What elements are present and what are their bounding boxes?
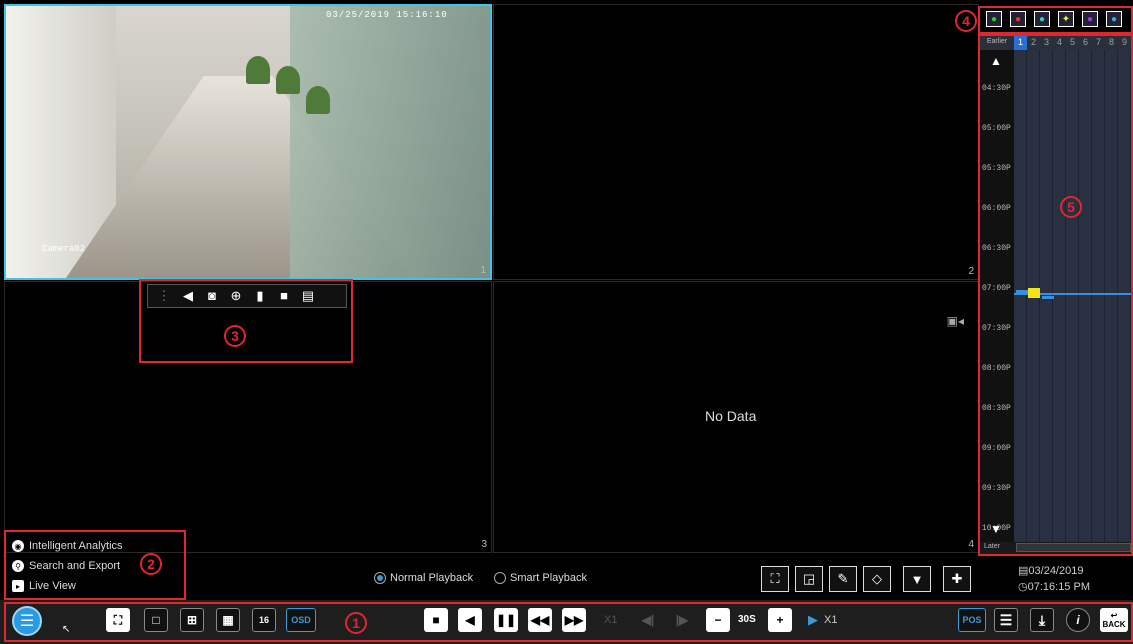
mouse-cursor-icon: ↖ bbox=[62, 624, 71, 635]
stop-button[interactable]: ■ bbox=[424, 608, 448, 632]
camera-tile-2[interactable]: 2 bbox=[493, 4, 979, 280]
fullscreen-icon[interactable]: ⛶ bbox=[106, 608, 130, 632]
tile-number: 4 bbox=[968, 539, 974, 550]
current-time: ◷07:16:15 PM bbox=[1018, 581, 1090, 593]
menu-intelligent-analytics[interactable]: ◉ Intelligent Analytics bbox=[12, 540, 123, 552]
annotation-label-4: 4 bbox=[955, 10, 977, 32]
step-back-button[interactable]: ◀| bbox=[636, 608, 660, 632]
annotation-box-5 bbox=[978, 34, 1133, 556]
fit-window-icon[interactable]: ⛶ bbox=[761, 566, 789, 592]
menu-search-export[interactable]: ⚲ Search and Export bbox=[12, 560, 120, 572]
radio-icon bbox=[494, 572, 506, 584]
step-forward-button[interactable]: |▶ bbox=[670, 608, 694, 632]
osd-button[interactable]: OSD bbox=[286, 608, 316, 632]
camera-name: Camera02 bbox=[42, 244, 86, 254]
quick-toolbar: ⋮ ◀ ◙ ⊕ ▮ ■ ▤ bbox=[147, 284, 347, 308]
annotation-label-1: 1 bbox=[345, 612, 367, 634]
play-speed-label: X1 bbox=[824, 614, 838, 626]
layout-1-icon[interactable]: □ bbox=[144, 608, 168, 632]
back-button[interactable]: ↩ BACK bbox=[1100, 608, 1128, 632]
analytics-icon: ◉ bbox=[12, 540, 24, 552]
layout-9-icon[interactable]: ▦ bbox=[216, 608, 240, 632]
play-speed-icon: ▶ bbox=[808, 612, 818, 627]
annotation-label-3: 3 bbox=[224, 325, 246, 347]
minus-button[interactable]: − bbox=[706, 608, 730, 632]
reverse-play-button[interactable]: ◀ bbox=[458, 608, 482, 632]
tile-number: 3 bbox=[481, 539, 487, 550]
draw-area-icon[interactable]: ◇ bbox=[863, 566, 891, 592]
annotation-label-2: 2 bbox=[140, 553, 162, 575]
smart-playback-radio[interactable]: Smart Playback bbox=[494, 572, 587, 584]
pause-button[interactable]: ❚❚ bbox=[494, 608, 518, 632]
camera-tile-1[interactable]: 03/25/2019 15:16:10 Camera02 1 bbox=[4, 4, 492, 280]
zoom-icon[interactable]: ⊕ bbox=[228, 288, 244, 304]
back-arrow-icon: ↩ bbox=[1110, 611, 1118, 620]
normal-playback-radio[interactable]: Normal Playback bbox=[374, 572, 473, 584]
mute-icon[interactable]: ◀ bbox=[180, 288, 196, 304]
annotation-label-5: 5 bbox=[1060, 196, 1082, 218]
intrusion-detection-icon[interactable]: ● bbox=[1082, 11, 1098, 27]
camera-feed-image bbox=[6, 6, 490, 278]
download-icon[interactable]: ⤓ bbox=[1030, 608, 1054, 632]
speed-label: X1 bbox=[604, 614, 618, 626]
rewind-button[interactable]: ◀◀ bbox=[528, 608, 552, 632]
current-date: ▤03/24/2019 bbox=[1018, 565, 1084, 577]
menu-live-view[interactable]: ▸ Live View bbox=[12, 580, 76, 592]
vehicle-detection-icon[interactable]: ● bbox=[1034, 11, 1050, 27]
crop-icon[interactable]: ◲ bbox=[795, 566, 823, 592]
layout-16-icon[interactable]: 16 bbox=[252, 608, 276, 632]
info-icon[interactable]: i bbox=[1066, 608, 1090, 632]
settings-wrench-icon[interactable]: ✚ bbox=[943, 566, 971, 592]
main-menu-icon[interactable]: ☰ bbox=[12, 606, 42, 636]
motion-detection-icon[interactable]: ✦ bbox=[1058, 11, 1074, 27]
step-value: 30S bbox=[738, 614, 756, 625]
plus-button[interactable]: + bbox=[768, 608, 792, 632]
record-icon[interactable]: ■ bbox=[276, 288, 292, 304]
layout-4-icon[interactable]: ⊞ bbox=[180, 608, 204, 632]
drag-handle-icon[interactable]: ⋮ bbox=[156, 288, 172, 304]
no-data-label: No Data bbox=[705, 408, 757, 424]
tile-number: 2 bbox=[968, 266, 974, 277]
fast-forward-button[interactable]: ▶▶ bbox=[562, 608, 586, 632]
camera-timestamp: 03/25/2019 15:16:10 bbox=[326, 10, 448, 20]
backup-icon[interactable]: ▤ bbox=[300, 288, 316, 304]
filter-icon[interactable]: ▼ bbox=[903, 566, 931, 592]
snapshot-icon[interactable]: ◙ bbox=[204, 288, 220, 304]
bookmark-icon[interactable]: ▮ bbox=[252, 288, 268, 304]
face-detection-icon[interactable]: ● bbox=[986, 11, 1002, 27]
tile-number: 1 bbox=[480, 265, 486, 276]
pos-button[interactable]: POS bbox=[958, 608, 986, 632]
crossing-detection-icon[interactable]: ● bbox=[1106, 11, 1122, 27]
live-view-icon: ▸ bbox=[12, 580, 24, 592]
event-list-icon[interactable]: ☰ bbox=[994, 608, 1018, 632]
search-icon: ⚲ bbox=[12, 560, 24, 572]
draw-line-icon[interactable]: ✎ bbox=[829, 566, 857, 592]
record-icon: ▣◂ bbox=[946, 314, 964, 328]
human-detection-icon[interactable]: ● bbox=[1010, 11, 1026, 27]
radio-selected-icon bbox=[374, 572, 386, 584]
